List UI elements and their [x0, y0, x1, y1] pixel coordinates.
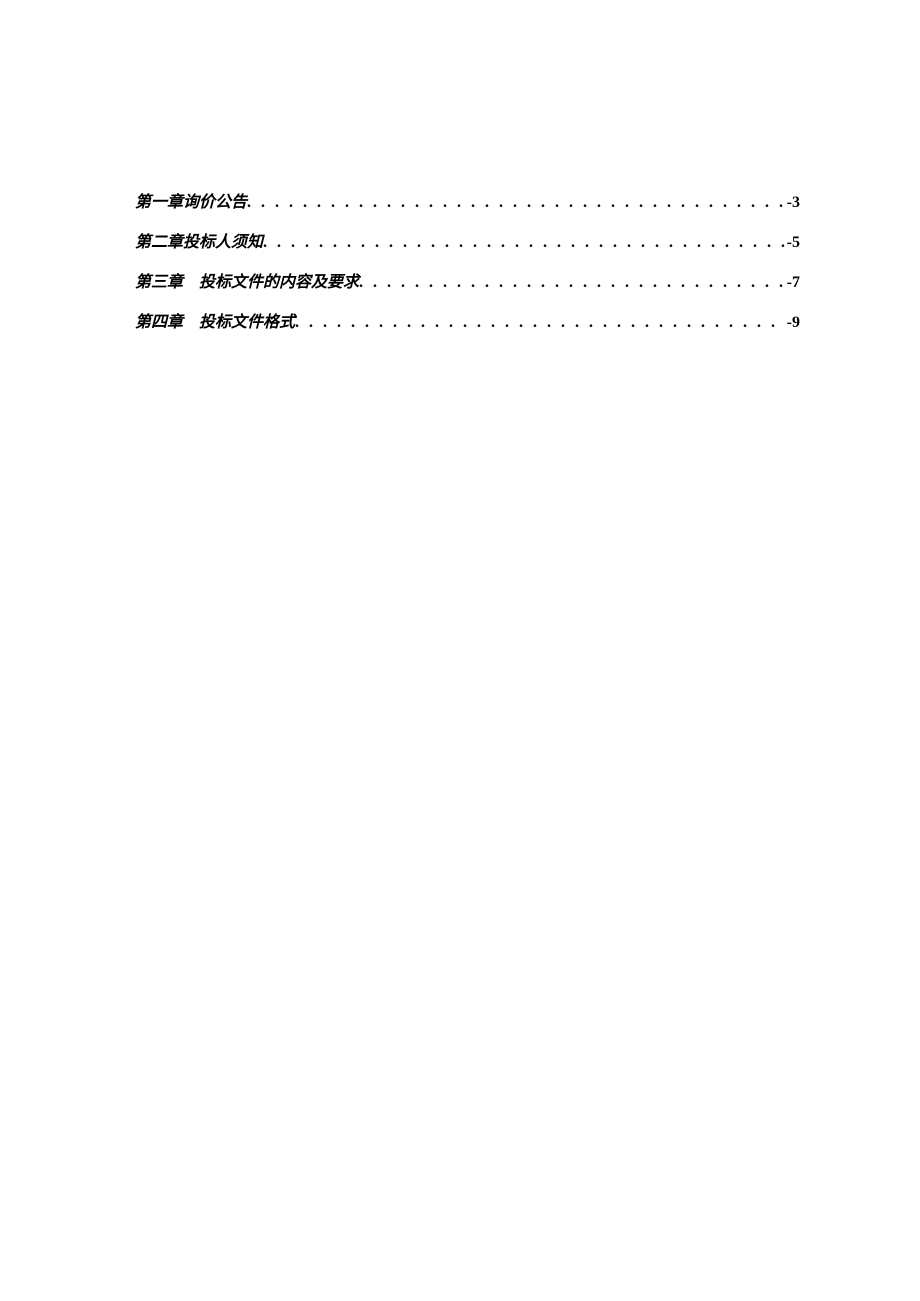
toc-leader-dots — [247, 195, 785, 211]
toc-entry: 第二章投标人须知 -5 — [135, 235, 800, 251]
toc-leader-dots — [295, 315, 785, 331]
toc-entry-page: -7 — [785, 275, 800, 291]
toc-entry-page: -3 — [785, 195, 800, 211]
toc-entry-page: -9 — [785, 315, 800, 331]
toc-entry-page: -5 — [785, 235, 800, 251]
toc-entry-title: 第四章 投标文件格式 — [135, 315, 295, 331]
toc-leader-dots — [263, 235, 785, 251]
toc-entry: 第三章 投标文件的内容及要求 -7 — [135, 275, 800, 291]
toc-leader-dots — [359, 275, 785, 291]
toc-entry-title: 第一章询价公告 — [135, 195, 247, 211]
toc-entry: 第四章 投标文件格式 -9 — [135, 315, 800, 331]
table-of-contents: 第一章询价公告 -3 第二章投标人须知 -5 第三章 投标文件的内容及要求 -7… — [135, 195, 800, 331]
toc-entry: 第一章询价公告 -3 — [135, 195, 800, 211]
toc-entry-title: 第二章投标人须知 — [135, 235, 263, 251]
document-page: 第一章询价公告 -3 第二章投标人须知 -5 第三章 投标文件的内容及要求 -7… — [0, 0, 920, 1301]
toc-entry-title: 第三章 投标文件的内容及要求 — [135, 275, 359, 291]
